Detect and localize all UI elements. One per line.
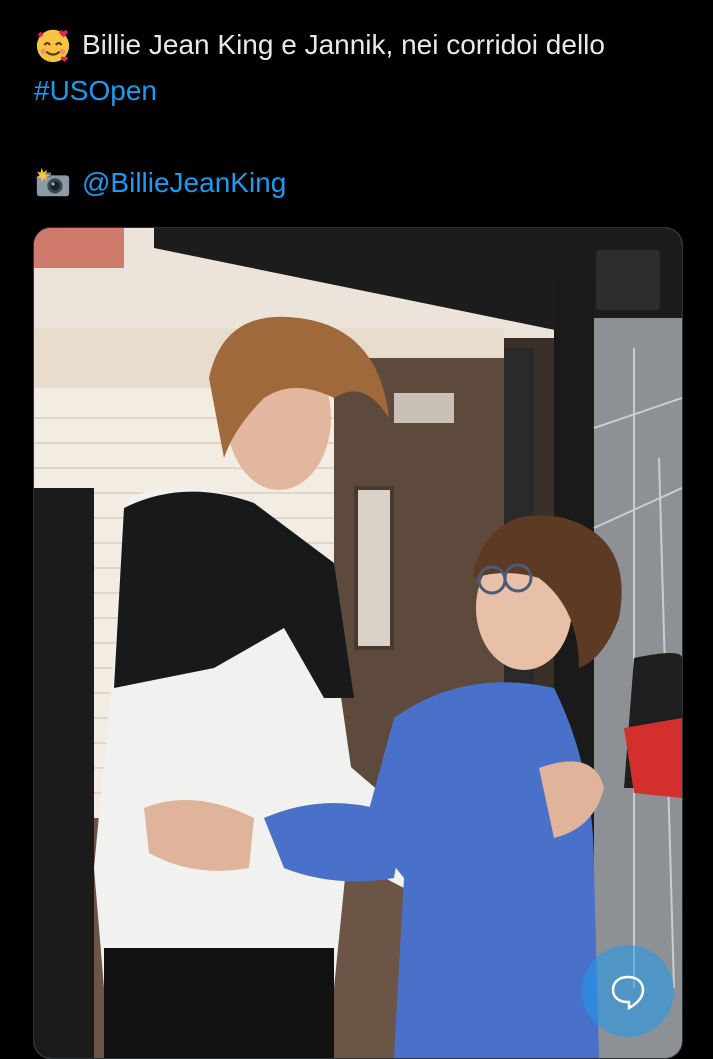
reply-fab-button[interactable] [582, 945, 674, 1037]
tweet-photo[interactable] [33, 227, 683, 1059]
tweet-text: Billie Jean King e Jannik, nei corridoi … [34, 22, 694, 206]
camera-with-flash-emoji [35, 167, 70, 197]
tweet-line-credit: @BillieJeanKing [34, 160, 694, 206]
tweet-line-2: #USOpen [34, 68, 694, 114]
smiling-face-with-hearts-emoji [36, 29, 70, 63]
mention-link[interactable]: @BillieJeanKing [82, 160, 286, 206]
hashtag-link[interactable]: #USOpen [34, 68, 157, 114]
tweet-text-line1: Billie Jean King e Jannik, nei corridoi … [82, 29, 605, 60]
reply-bubble-icon [611, 975, 645, 1011]
photo-illustration [34, 228, 682, 1058]
tweet-line-1: Billie Jean King e Jannik, nei corridoi … [34, 22, 694, 68]
